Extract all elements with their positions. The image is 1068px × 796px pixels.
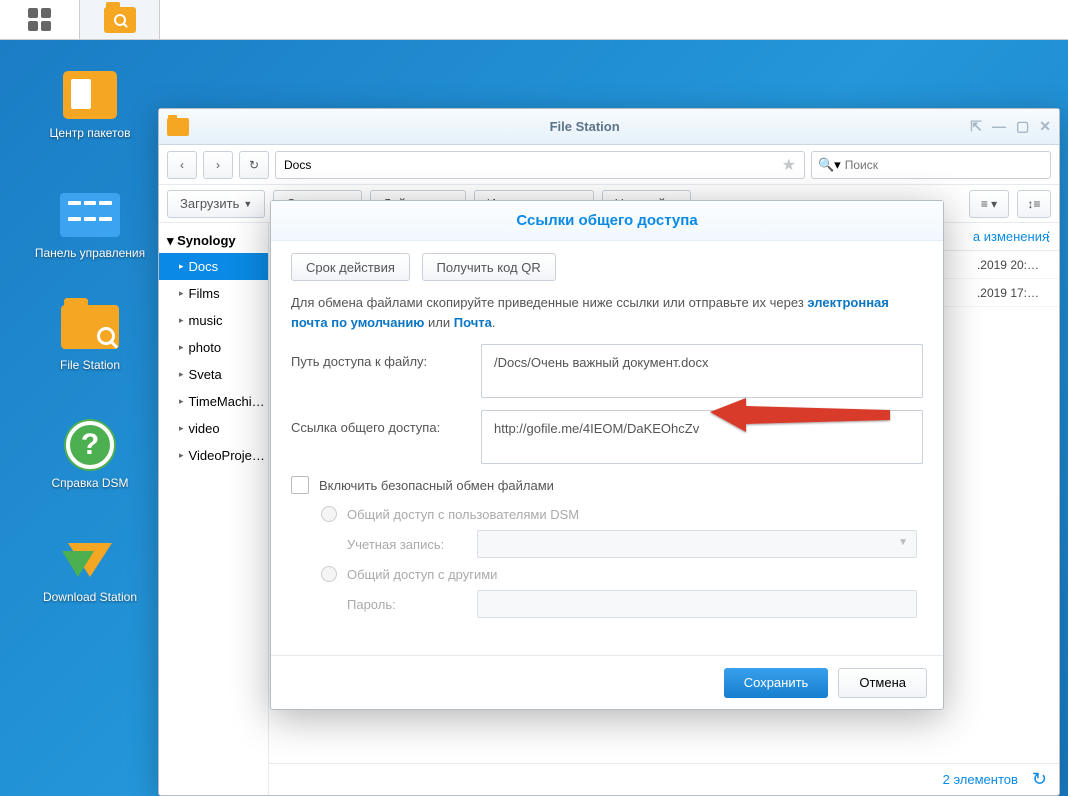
pin-icon[interactable]: ⇱ [970, 118, 982, 135]
secure-sharing-checkbox[interactable]: Включить безопасный обмен файлами [291, 476, 923, 494]
qr-button[interactable]: Получить код QR [422, 253, 556, 281]
star-icon[interactable]: ★ [782, 155, 796, 175]
icon-label: Панель управления [20, 246, 160, 260]
refresh-button[interactable]: ↻ [239, 151, 269, 179]
account-select: ▼ [477, 530, 917, 558]
help-icon: ? [66, 421, 114, 469]
password-label: Пароль: [347, 597, 477, 612]
sort-button[interactable]: ↕≡ [1017, 190, 1051, 218]
share-links-dialog: Ссылки общего доступа Срок действия Полу… [270, 200, 944, 710]
desktop-control-panel[interactable]: Панель управления [20, 190, 160, 260]
desktop-file-station[interactable]: File Station [20, 302, 160, 372]
desktop-package-center[interactable]: Центр пакетов [20, 70, 160, 140]
path-value-box[interactable]: /Docs/Очень важный документ.docx [481, 344, 923, 398]
checkbox-icon [291, 476, 309, 494]
path-field[interactable]: ★ [275, 151, 805, 179]
cancel-button[interactable]: Отмена [838, 668, 927, 698]
url-label: Ссылка общего доступа: [291, 410, 481, 435]
url-value-box[interactable]: http://gofile.me/4IEOM/DaKEOhcZv [481, 410, 923, 464]
sidebar-item-photo[interactable]: ▸photo [159, 334, 268, 361]
icon-label: Download Station [20, 590, 160, 604]
control-panel-icon [60, 193, 120, 237]
dialog-title: Ссылки общего доступа [271, 201, 943, 241]
folder-icon [61, 305, 119, 349]
expiry-button[interactable]: Срок действия [291, 253, 410, 281]
desktop-dsm-help[interactable]: ? Справка DSM [20, 420, 160, 490]
search-icon: 🔍▾ [818, 157, 841, 173]
path-label: Путь доступа к файлу: [291, 344, 481, 369]
radio-dsm-users: Общий доступ с пользователями DSM [321, 506, 923, 522]
sidebar-item-films[interactable]: ▸Films [159, 280, 268, 307]
columns-menu-icon[interactable]: ⋮ [1042, 229, 1055, 245]
file-station-shortcut[interactable] [80, 0, 160, 39]
sidebar-item-sveta[interactable]: ▸Sveta [159, 361, 268, 388]
app-grid-button[interactable] [0, 0, 80, 39]
icon-label: Центр пакетов [20, 126, 160, 140]
view-list-button[interactable]: ≡ ▾ [969, 190, 1009, 218]
password-input [477, 590, 917, 618]
maximize-icon[interactable]: ▢ [1016, 118, 1029, 135]
grid-icon [28, 8, 51, 31]
save-button[interactable]: Сохранить [724, 668, 829, 698]
status-bar: 2 элементов ↻ [269, 763, 1059, 795]
col-modified[interactable]: а изменения [973, 229, 1049, 244]
refresh-icon[interactable]: ↻ [1032, 769, 1047, 790]
sidebar-item-timemachine[interactable]: ▸TimeMachi… [159, 388, 268, 415]
radio-icon [321, 506, 337, 522]
back-button[interactable]: ‹ [167, 151, 197, 179]
sidebar-root[interactable]: ▾ Synology [159, 229, 268, 253]
search-input[interactable] [845, 158, 1044, 172]
window-title: File Station [199, 119, 970, 134]
minimize-icon[interactable]: — [992, 118, 1006, 135]
search-field[interactable]: 🔍▾ [811, 151, 1051, 179]
sidebar-item-video[interactable]: ▸video [159, 415, 268, 442]
titlebar: File Station ⇱ — ▢ ✕ [159, 109, 1059, 145]
icon-label: Справка DSM [20, 476, 160, 490]
forward-button[interactable]: › [203, 151, 233, 179]
icon-label: File Station [20, 358, 160, 372]
sidebar-item-music[interactable]: ▸music [159, 307, 268, 334]
app-icon [167, 118, 189, 136]
account-label: Учетная запись: [347, 537, 477, 552]
sidebar-item-videoproj[interactable]: ▸VideoProje… [159, 442, 268, 469]
upload-button[interactable]: Загрузить▼ [167, 190, 265, 218]
top-bar [0, 0, 1068, 40]
nav-toolbar: ‹ › ↻ ★ 🔍▾ [159, 145, 1059, 185]
close-icon[interactable]: ✕ [1039, 118, 1051, 135]
download-icon [66, 535, 114, 583]
mail-link[interactable]: Почта [454, 315, 492, 330]
radio-icon [321, 566, 337, 582]
sidebar-item-docs[interactable]: ▸Docs [159, 253, 268, 280]
dialog-intro: Для обмена файлами скопируйте приведенны… [291, 293, 923, 332]
desktop-download-station[interactable]: Download Station [20, 534, 160, 604]
sidebar: ▾ Synology ▸Docs ▸Films ▸music ▸photo ▸S… [159, 223, 269, 795]
folder-search-icon [104, 7, 136, 33]
radio-others: Общий доступ с другими [321, 566, 923, 582]
item-count: 2 элементов [943, 772, 1018, 787]
package-icon [63, 71, 117, 119]
path-input[interactable] [284, 158, 782, 172]
